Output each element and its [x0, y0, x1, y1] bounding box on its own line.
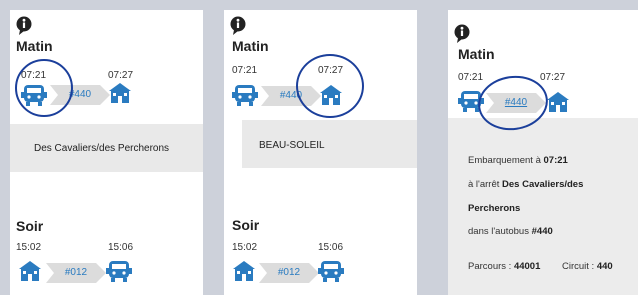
- morning-arrive-time: 07:27: [540, 72, 566, 83]
- bus-line: dans l'autobus #440: [468, 226, 553, 237]
- evening-depart-time: 15:02: [16, 242, 42, 253]
- school-icon: [108, 82, 132, 109]
- school-icon: [18, 260, 42, 287]
- stop-name: Des Cavaliers/des Percherons: [34, 143, 170, 154]
- morning-depart-time: 07:21: [232, 65, 258, 76]
- annotation-circle: [15, 59, 73, 117]
- school-icon: [546, 91, 570, 118]
- evening-arrive-time: 15:06: [318, 242, 344, 253]
- boarding-details: Embarquement à 07:21 à l'arrêt Des Caval…: [448, 118, 638, 295]
- bus-icon: [232, 84, 258, 113]
- schedule-panel-3: Matin 07:21 07:27 #440 Embarquement à 07…: [448, 10, 638, 295]
- evening-title: Soir: [16, 218, 44, 234]
- stop-line-2: Percherons: [468, 203, 521, 214]
- bus-icon: [106, 260, 132, 289]
- info-icon[interactable]: [230, 16, 246, 35]
- morning-depart-time: 07:21: [458, 72, 484, 83]
- schedule-panel-2: Matin 07:21 07:27 #440 BEAU-SOLEIL Soir …: [224, 10, 417, 295]
- schedule-panel-1: Matin 07:21 07:27 #440 Des Cavaliers/des…: [10, 10, 203, 295]
- route-arrow: #012: [259, 263, 319, 283]
- info-icon[interactable]: [454, 24, 470, 43]
- route-number: #012: [277, 267, 301, 278]
- morning-title: Matin: [16, 38, 53, 54]
- route-number: #012: [64, 267, 88, 278]
- stop-name: BEAU-SOLEIL: [259, 140, 325, 151]
- evening-title: Soir: [232, 217, 260, 233]
- evening-depart-time: 15:02: [232, 242, 258, 253]
- evening-arrive-time: 15:06: [108, 242, 134, 253]
- stop-box: BEAU-SOLEIL: [242, 120, 417, 168]
- annotation-circle: [296, 54, 364, 118]
- info-icon[interactable]: [16, 16, 32, 35]
- morning-arrive-time: 07:27: [108, 70, 134, 81]
- bus-icon: [318, 260, 344, 289]
- parcours-info: Parcours : 44001: [468, 261, 541, 272]
- stop-line: à l'arrêt Des Cavaliers/des: [468, 179, 584, 190]
- circuit-info: Circuit : 440: [562, 261, 613, 272]
- stop-box: Des Cavaliers/des Percherons: [10, 124, 203, 172]
- school-icon: [232, 260, 256, 287]
- morning-title: Matin: [232, 38, 269, 54]
- boarding-line: Embarquement à 07:21: [468, 155, 568, 166]
- morning-title: Matin: [458, 46, 495, 62]
- route-arrow: #012: [46, 263, 106, 283]
